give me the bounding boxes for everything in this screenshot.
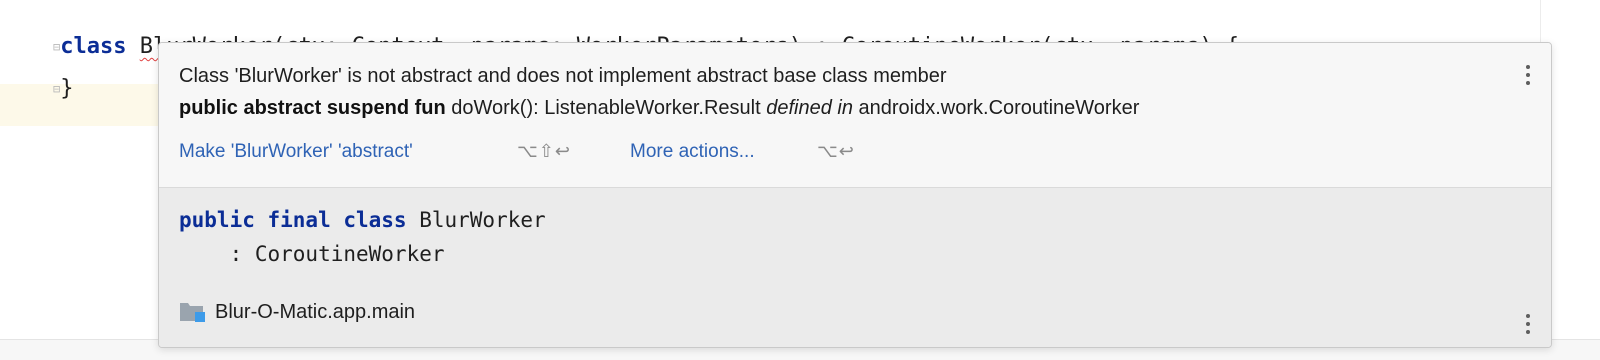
defined-in-label: defined in — [766, 97, 853, 119]
quick-documentation-section: public final class BlurWorker : Coroutin… — [159, 188, 1551, 347]
doc-keywords: public final class — [179, 208, 407, 232]
doc-supertype: : CoroutineWorker — [179, 242, 445, 266]
more-vertical-icon[interactable] — [1524, 65, 1532, 85]
doc-declaration: public final class BlurWorker — [179, 208, 546, 232]
doc-class-name: BlurWorker — [406, 208, 546, 232]
module-info: Blur-O-Matic.app.main — [179, 298, 415, 326]
module-name[interactable]: Blur-O-Matic.app.main — [215, 301, 415, 324]
make-abstract-action-link[interactable]: Make 'BlurWorker' 'abstract' — [179, 141, 413, 163]
code-line-2[interactable]: ⊟} — [0, 47, 73, 131]
error-message-line-2: public abstract suspend fun doWork(): Li… — [179, 97, 1139, 120]
error-message-line-1: Class 'BlurWorker' is not abstract and d… — [179, 65, 947, 87]
closing-brace: } — [60, 76, 74, 101]
more-actions-link[interactable]: More actions... — [630, 141, 755, 163]
error-quick-doc-popup: Class 'BlurWorker' is not abstract and d… — [158, 42, 1552, 348]
defined-in-location: androidx.work.CoroutineWorker — [852, 97, 1140, 119]
error-description-section: Class 'BlurWorker' is not abstract and d… — [159, 43, 1551, 188]
method-signature-modifiers: public abstract suspend fun — [179, 97, 446, 119]
method-signature: doWork(): ListenableWorker.Result — [445, 97, 767, 119]
more-actions-shortcut: ⌥↩ — [817, 141, 855, 161]
module-folder-icon — [179, 300, 207, 324]
make-abstract-shortcut: ⌥⇧↩ — [517, 141, 571, 161]
doc-more-vertical-icon[interactable] — [1524, 314, 1532, 334]
